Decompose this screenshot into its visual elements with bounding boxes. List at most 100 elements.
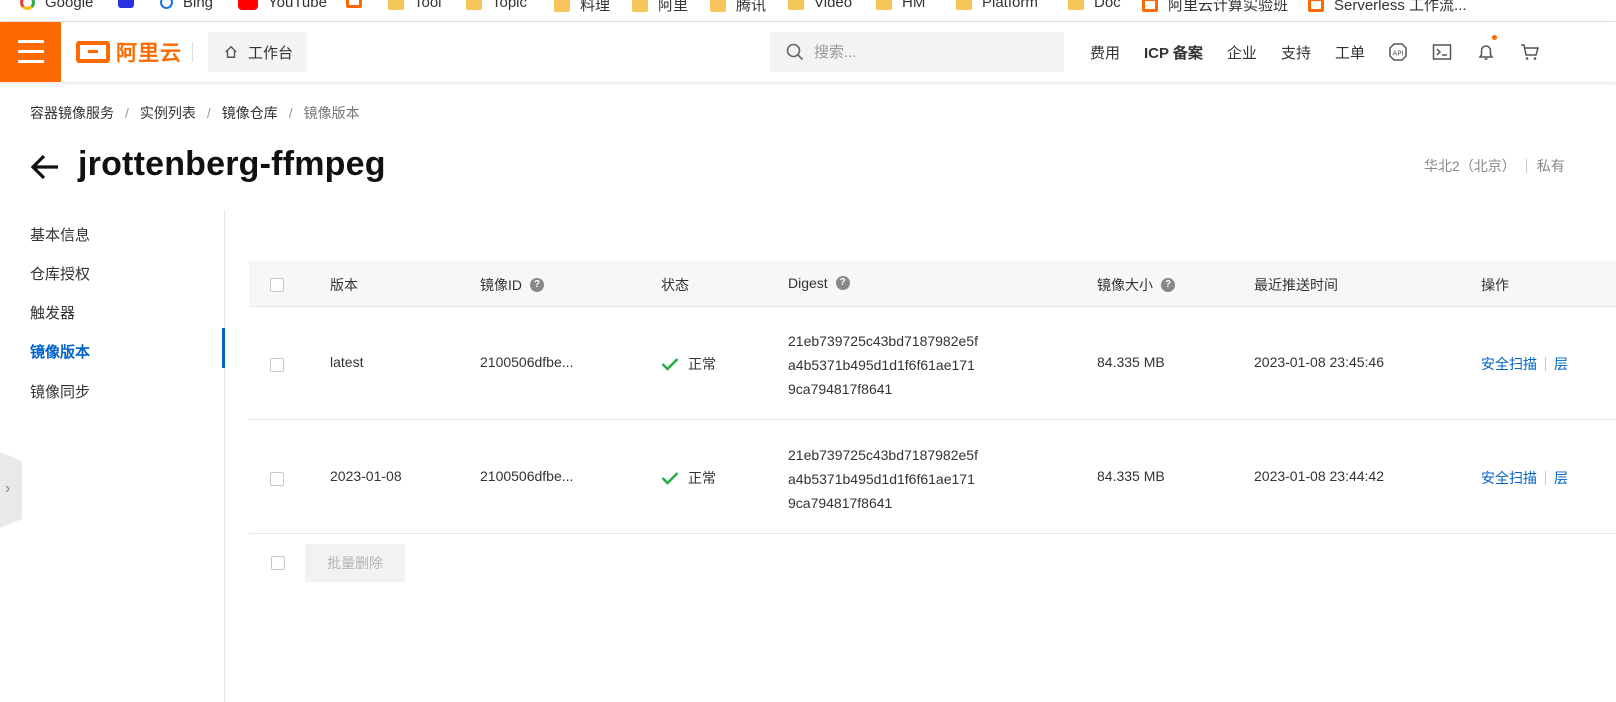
aliyun-icon	[1308, 0, 1324, 12]
menu-icon[interactable]	[0, 22, 61, 82]
cell-push-time: 2023-01-08 23:45:46	[1254, 354, 1384, 370]
bookmark-ali[interactable]: 阿里	[632, 0, 688, 15]
nav-icp[interactable]: ICP 备案	[1144, 42, 1203, 63]
security-scan-link[interactable]: 安全扫描	[1481, 470, 1537, 486]
help-icon[interactable]: ?	[835, 276, 850, 290]
baidu-icon	[118, 0, 134, 8]
youtube-icon	[238, 0, 258, 10]
nav-enterprise[interactable]: 企业	[1227, 42, 1257, 63]
nav-billing[interactable]: 费用	[1090, 42, 1120, 63]
top-navbar: 阿里云 工作台 费用 ICP 备案 企业 支持 工单 API	[0, 22, 1616, 82]
notification-dot	[1492, 35, 1497, 40]
bell-icon[interactable]	[1476, 42, 1496, 62]
aliyun-logo[interactable]: 阿里云	[76, 40, 182, 65]
layer-info-link[interactable]: 层	[1554, 356, 1568, 372]
active-indicator	[222, 328, 225, 368]
folder-icon	[632, 0, 648, 12]
api-icon[interactable]: API	[1388, 42, 1408, 62]
cell-status: 正常	[661, 354, 716, 374]
row-checkbox[interactable]	[270, 358, 284, 372]
search-box[interactable]	[770, 32, 1064, 72]
layer-info-link[interactable]: 层	[1554, 470, 1568, 486]
bookmark-video[interactable]: Video	[788, 0, 852, 11]
cell-image-id: 2100506dfbe...	[480, 354, 574, 370]
sidebar-item-image-versions[interactable]: 镜像版本	[30, 341, 90, 362]
breadcrumb-instance-list[interactable]: 实例列表	[140, 103, 196, 123]
nav-support[interactable]: 支持	[1281, 42, 1311, 63]
folder-icon	[554, 0, 570, 12]
cell-size: 84.335 MB	[1097, 468, 1165, 484]
folder-icon	[466, 0, 482, 10]
bookmark-hm[interactable]: HM	[876, 0, 925, 11]
back-arrow-icon[interactable]	[30, 153, 60, 181]
sidebar-item-triggers[interactable]: 触发器	[30, 302, 75, 323]
breadcrumb-current: 镜像版本	[303, 105, 360, 121]
bookmark-youtube[interactable]: YouTube	[238, 0, 327, 11]
folder-icon	[956, 0, 972, 10]
bookmark-topic[interactable]: Topic	[466, 0, 527, 11]
google-icon	[20, 0, 35, 10]
cell-status: 正常	[661, 468, 716, 488]
bing-icon	[160, 0, 173, 9]
weibo-icon	[346, 0, 362, 8]
bookmark-baidu[interactable]	[118, 0, 144, 8]
folder-icon	[710, 0, 726, 12]
cell-version: 2023-01-08	[330, 468, 402, 484]
header-push-time: 最近推送时间	[1254, 277, 1338, 293]
search-input[interactable]	[814, 43, 1054, 61]
sidebar-item-image-sync[interactable]: 镜像同步	[30, 381, 90, 402]
breadcrumb: 容器镜像服务 / 实例列表 / 镜像仓库 / 镜像版本	[30, 103, 360, 123]
bookmark-liaoli[interactable]: 料理	[554, 0, 610, 15]
svg-text:API: API	[1392, 50, 1403, 58]
table-header: 版本 镜像ID? 状态 Digest? 镜像大小? 最近推送时间 操作	[249, 261, 1616, 307]
aliyun-logo-icon	[76, 41, 110, 63]
select-all-checkbox[interactable]	[270, 278, 284, 292]
page-title: jrottenberg-ffmpeg	[78, 145, 386, 183]
bookmark-serverless[interactable]: Serverless 工作流...	[1308, 0, 1467, 15]
table-footer: 批量删除	[249, 544, 1616, 584]
bookmark-platform[interactable]: Platform	[956, 0, 1038, 11]
bookmark-aliyun-lab[interactable]: 阿里云计算实验班	[1142, 0, 1288, 15]
bookmark-tencent[interactable]: 腾讯	[710, 0, 766, 15]
workbench-button[interactable]: 工作台	[208, 32, 307, 72]
sidebar-item-basic-info[interactable]: 基本信息	[30, 224, 90, 245]
cell-actions: 安全扫描 层	[1481, 354, 1568, 374]
bookmark-google[interactable]: Google	[20, 0, 93, 11]
folder-icon	[1068, 0, 1084, 10]
folder-icon	[876, 0, 892, 10]
bookmarks-bar: Google Bing YouTube Tool Topic 料理 阿里 腾讯 …	[0, 0, 1616, 22]
cell-digest: 21eb739725c43bd7187982e5f a4b5371b495d1d1…	[788, 333, 978, 397]
table-row: latest 2100506dfbe... 正常 21eb739725c43bd…	[249, 307, 1616, 420]
search-icon	[786, 43, 804, 61]
cell-version: latest	[330, 354, 364, 370]
help-icon[interactable]: ?	[1161, 278, 1175, 292]
cart-icon[interactable]	[1520, 42, 1540, 62]
divider	[192, 42, 193, 62]
repo-type-label: 私有	[1536, 158, 1565, 174]
header-version: 版本	[330, 277, 358, 293]
breadcrumb-cr-service[interactable]: 容器镜像服务	[30, 103, 114, 123]
region-label: 华北2（北京）	[1424, 158, 1516, 174]
nav-ticket[interactable]: 工单	[1335, 42, 1365, 63]
sidebar-item-authorization[interactable]: 仓库授权	[30, 263, 90, 284]
security-scan-link[interactable]: 安全扫描	[1481, 356, 1537, 372]
bookmark-weibo[interactable]	[346, 0, 372, 8]
header-image-id: 镜像ID?	[480, 275, 544, 295]
row-checkbox[interactable]	[270, 472, 284, 486]
header-actions: 操作	[1481, 277, 1509, 293]
bookmark-doc[interactable]: Doc	[1068, 0, 1121, 11]
bookmark-bing[interactable]: Bing	[160, 0, 213, 11]
top-nav-links: 费用 ICP 备案 企业 支持 工单	[1090, 22, 1389, 82]
help-icon[interactable]: ?	[530, 278, 544, 292]
header-status: 状态	[661, 277, 689, 293]
check-icon	[661, 472, 679, 485]
cell-actions: 安全扫描 层	[1481, 468, 1568, 488]
header-digest: Digest?	[788, 275, 850, 291]
bookmark-tool[interactable]: Tool	[388, 0, 442, 11]
breadcrumb-repositories[interactable]: 镜像仓库	[222, 103, 278, 123]
sidebar-toggle[interactable]: ›	[0, 452, 22, 528]
footer-select-all-checkbox[interactable]	[271, 556, 285, 570]
folder-icon	[388, 0, 404, 10]
terminal-icon[interactable]	[1432, 42, 1452, 62]
batch-delete-button[interactable]: 批量删除	[305, 544, 405, 582]
